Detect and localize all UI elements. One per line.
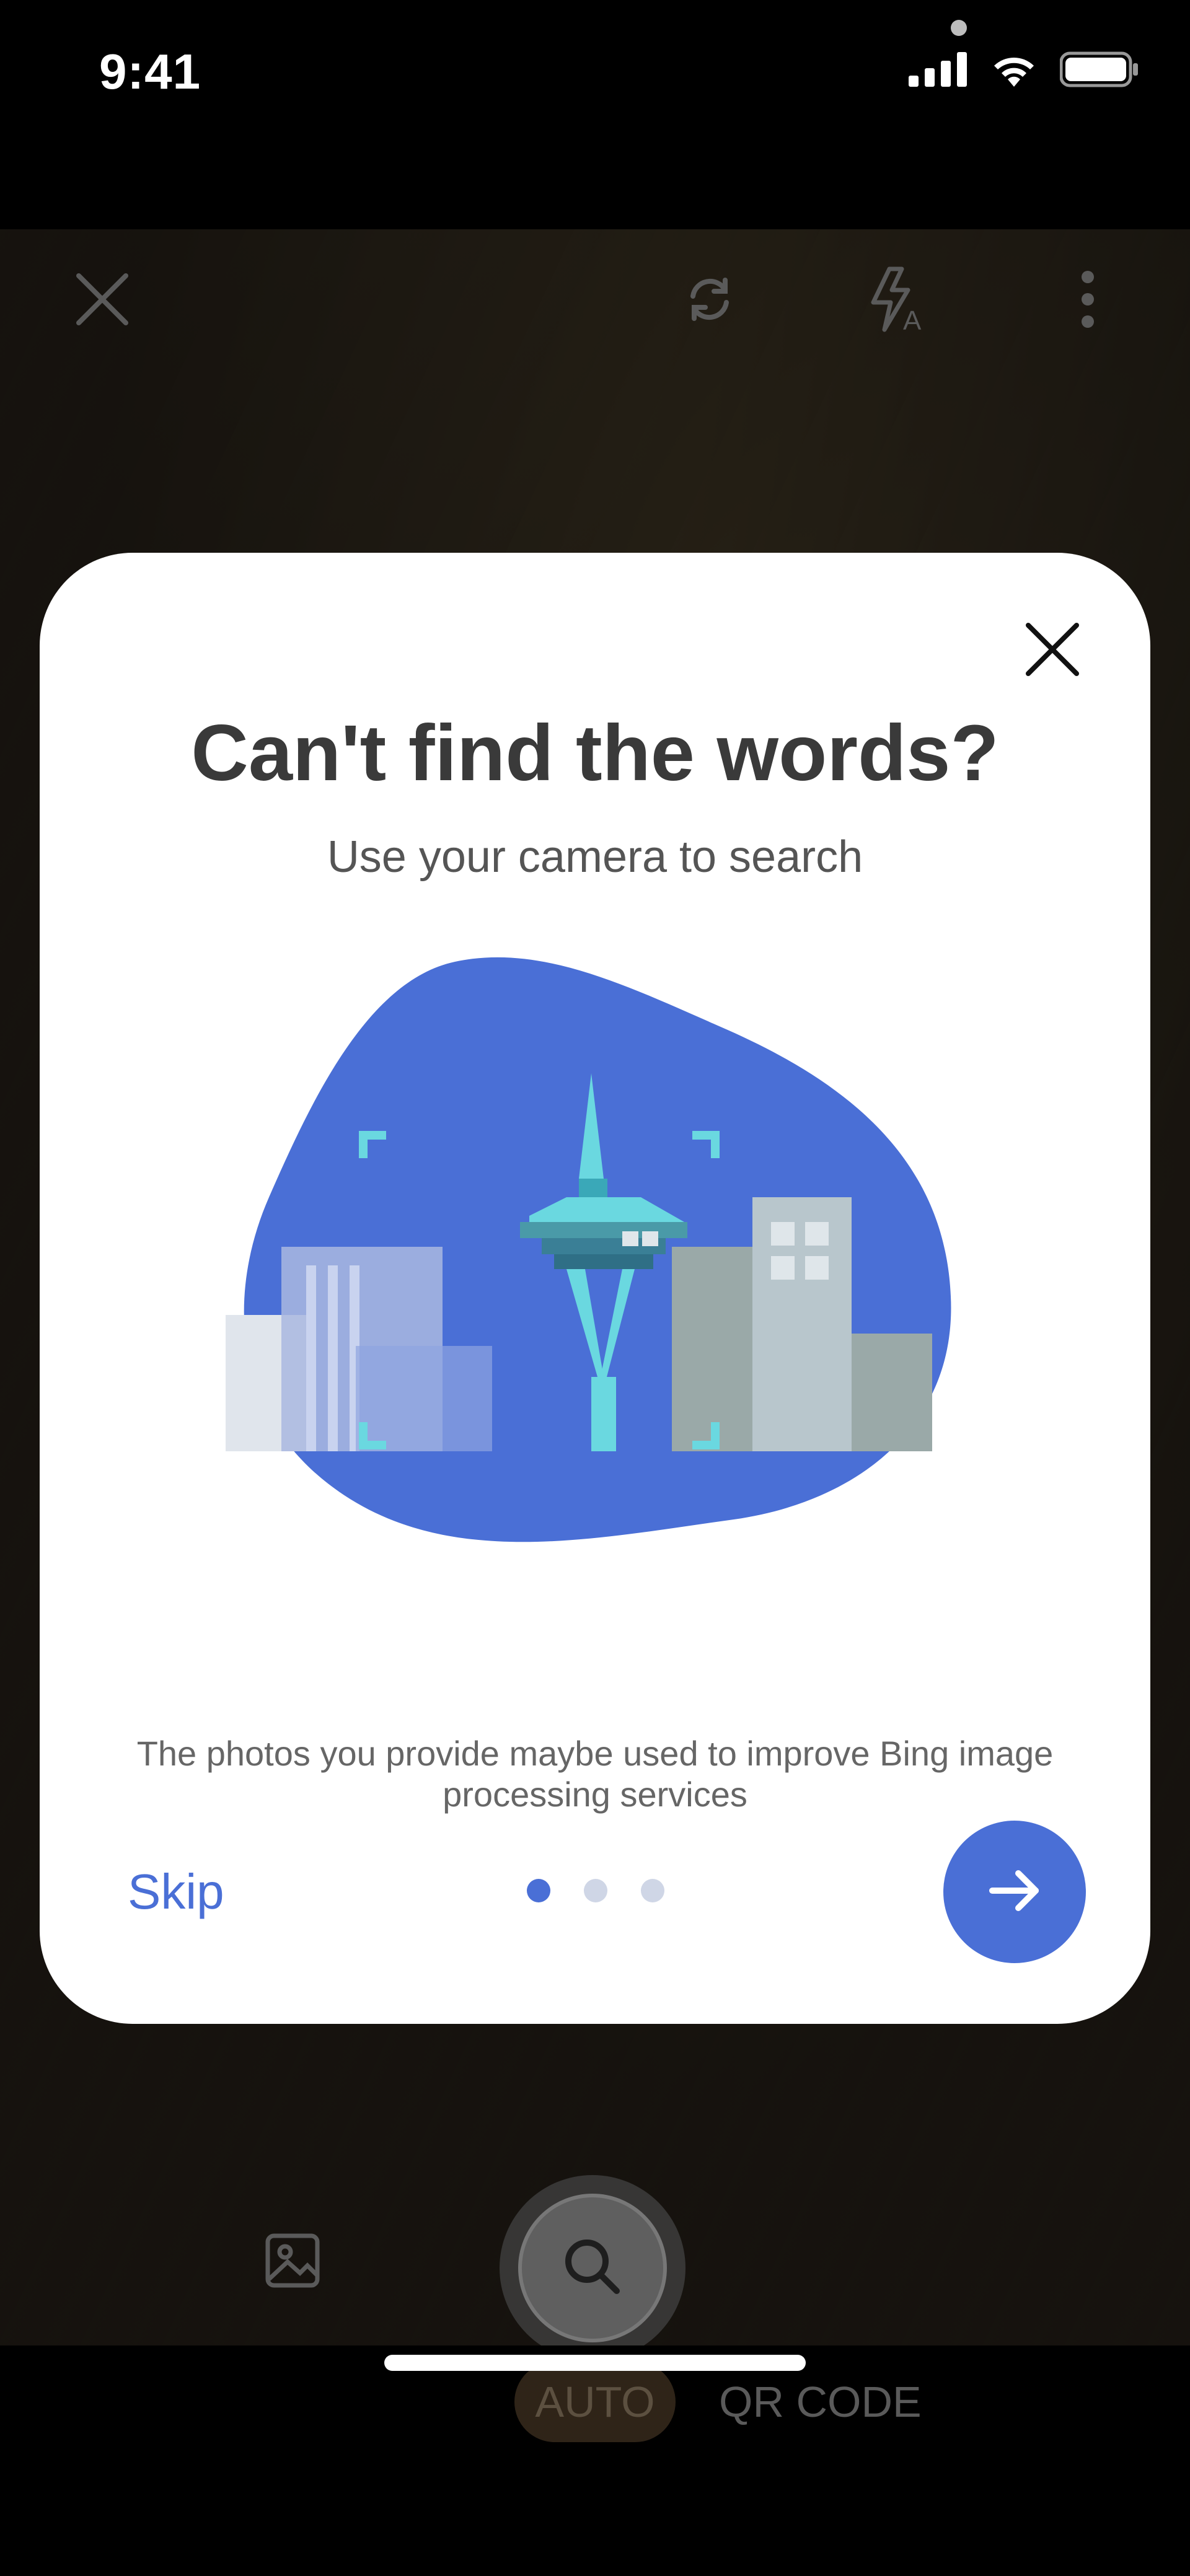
camera-search-screen: 9:41 A AUTO QR CODE Can't find the words…: [0, 0, 1190, 2576]
page-indicator: [527, 1879, 664, 1902]
camera-top-controls: A: [0, 229, 1190, 372]
gallery-icon: [260, 2233, 328, 2295]
city-camera-illustration: [195, 949, 1000, 1569]
flip-camera-button[interactable]: [669, 229, 750, 372]
more-icon: [1078, 268, 1097, 333]
gallery-button[interactable]: [260, 2225, 328, 2293]
dialog-title: Can't find the words?: [191, 709, 999, 798]
flash-auto-icon: A: [865, 265, 933, 336]
status-time: 9:41: [99, 44, 201, 99]
privacy-disclaimer: The photos you provide maybe used to imp…: [136, 1734, 1054, 1814]
svg-text:A: A: [903, 306, 922, 333]
shutter-ring: [500, 2175, 685, 2361]
mode-auto-tab[interactable]: AUTO: [514, 2362, 676, 2442]
search-capture-button[interactable]: [518, 2194, 667, 2342]
dialog-close-button[interactable]: [1015, 613, 1090, 688]
close-icon: [1025, 622, 1080, 680]
more-options-button[interactable]: [1054, 229, 1122, 372]
close-icon: [73, 270, 132, 332]
camera-bottom-controls: [0, 2169, 1190, 2361]
close-camera-button[interactable]: [62, 229, 143, 372]
onboarding-dialog: Can't find the words? Use your camera to…: [40, 553, 1150, 2024]
wifi-icon: [989, 51, 1039, 91]
page-dot-3[interactable]: [641, 1879, 664, 1902]
mode-qr-code-tab[interactable]: QR CODE: [719, 2362, 922, 2442]
battery-icon: [1059, 51, 1140, 91]
status-icons: [909, 51, 1140, 91]
skip-button[interactable]: Skip: [128, 1863, 224, 1920]
dialog-subtitle: Use your camera to search: [327, 832, 863, 882]
search-icon: [558, 2233, 627, 2304]
flash-button[interactable]: A: [855, 229, 942, 372]
arrow-right-icon: [984, 1860, 1046, 1925]
status-bar: 9:41: [0, 0, 1190, 229]
page-dot-1[interactable]: [527, 1879, 550, 1902]
flip-camera-icon: [682, 271, 738, 330]
home-indicator[interactable]: [384, 2355, 806, 2371]
signal-icon: [909, 52, 968, 90]
camera-indicator-dot: [951, 20, 967, 36]
page-dot-2[interactable]: [584, 1879, 607, 1902]
next-button[interactable]: [943, 1821, 1086, 1963]
capture-mode-bar: AUTO QR CODE: [0, 2345, 1190, 2576]
